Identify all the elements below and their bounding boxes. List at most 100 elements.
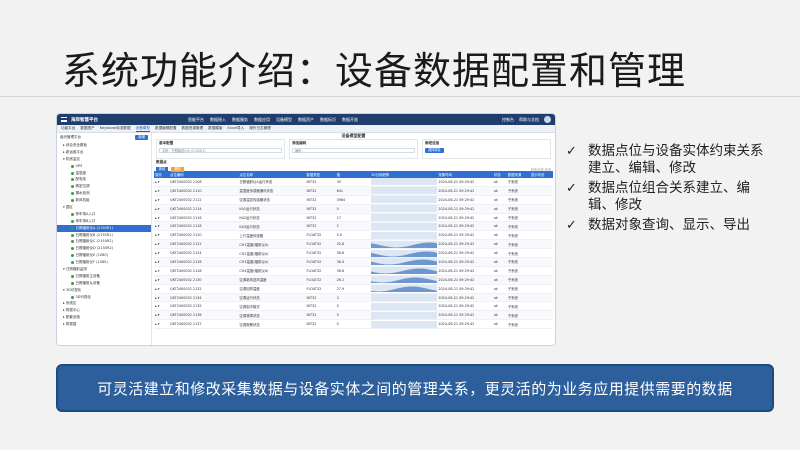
tree-item[interactable]: ▸ 综合安全看板 — [57, 142, 151, 149]
table-row[interactable]: ▴ ▾ QKT2400032 2128 CH4温度(辐射仪A) FLOAT32 36.8… — [154, 266, 553, 276]
tab-item[interactable]: 数据模版 — [208, 126, 222, 131]
status-dot-icon — [71, 164, 74, 168]
table-cell: 0 — [335, 310, 371, 321]
table-cell[interactable]: ▴ ▾ — [154, 186, 170, 196]
table-cell: ok — [492, 230, 507, 241]
table-row[interactable]: ▴ ▾ QKT2400032 2120 上行温度传感器 FLOAT32 0.0 2024-… — [154, 230, 553, 241]
tree-item[interactable]: ▾ 机房监控 — [57, 156, 151, 163]
tree-item[interactable]: ▾ 3D可视化 — [57, 287, 151, 294]
tree-item[interactable]: 日照辐射仪D (2150R2) — [57, 245, 151, 252]
table-cell: 2024-08-21 09:29:42 — [437, 230, 493, 241]
nav-item[interactable]: 数据开放 — [342, 117, 358, 123]
tree-item[interactable]: ▾ 园区 — [57, 204, 151, 211]
trend-cell — [370, 266, 438, 276]
table-cell[interactable]: ▴ ▾ — [154, 275, 170, 285]
table-cell — [529, 239, 553, 250]
avatar[interactable] — [544, 116, 551, 123]
table-cell[interactable]: ▴ ▾ — [154, 204, 170, 214]
tree-item[interactable]: 日照辐射仪E (1080) — [57, 252, 151, 259]
tree-item[interactable]: ▸ 附属中心 — [57, 307, 151, 314]
nav-item[interactable]: 数据标识 — [320, 117, 336, 123]
table-cell[interactable]: ▴ ▾ — [154, 177, 170, 187]
tree-item[interactable]: 日照辐射仪F (1080) — [57, 259, 151, 266]
table-row[interactable]: ▴ ▾ QKT2400032 2137 空调报警状态 INT32 0 2024-08-21… — [154, 319, 553, 330]
table-row[interactable]: ▴ ▾ QKT2400032 2110 温湿度传感器通讯状态 INT32 641 2024… — [154, 186, 553, 196]
table-cell[interactable]: ▴ ▾ — [154, 195, 170, 205]
tree-item-label: ▸ 附属楼 — [63, 322, 77, 327]
tree-item[interactable]: 温湿度 — [57, 170, 151, 177]
tree-item[interactable]: 日照辐射从设备 — [57, 280, 151, 287]
tab-item[interactable]: Keystone标准数据 — [100, 126, 131, 131]
tab-item[interactable]: 设备模型 — [135, 126, 150, 132]
tree-item[interactable]: 精密空调 — [57, 183, 151, 190]
table-row[interactable]: ▴ ▾ QKT2400032 2114 KA1运行状态 INT32 0 2024-08-2… — [154, 204, 553, 214]
table-cell[interactable]: ▴ ▾ — [154, 284, 170, 294]
nav-item[interactable]: 数据应用 — [254, 117, 270, 123]
name-field[interactable]: 名称：日照辐射仪A (2150R1) — [159, 148, 282, 153]
help-link[interactable]: 帮助与文档 — [519, 117, 539, 123]
status-dot-icon — [71, 274, 74, 278]
table-cell[interactable]: ▴ ▾ — [154, 248, 170, 259]
tab-item[interactable]: 数据资源管理 — [182, 126, 204, 131]
table-row[interactable]: ▴ ▾ QKT2400032 2130 空调新风送风温度 FLOAT32 26.1 202… — [154, 275, 553, 285]
table-row[interactable]: ▴ ▾ QKT2400032 2122 CH1温度(辐射仪A) FLOAT32 32.8… — [154, 239, 553, 250]
tree-item[interactable]: ▸ 配套设施 — [57, 314, 151, 321]
table-row[interactable]: ▴ ▾ QKT2400032 2112 空调温控传感器状态 INT32 3984 2024… — [154, 195, 553, 205]
table-cell[interactable]: ▴ ▾ — [154, 257, 170, 267]
code-field[interactable]: 编码： — [292, 148, 415, 153]
bind-device-button[interactable]: 选择绑定 — [425, 148, 444, 153]
menu-icon[interactable] — [61, 117, 67, 122]
table-row[interactable]: ▴ ▾ QKT2400032 2108 日照辐射仪A运行状态 INT32 30 2024-… — [154, 177, 553, 187]
nav-item[interactable]: 数据服务 — [232, 117, 248, 123]
tree-item[interactable]: 新风机组 — [57, 197, 151, 204]
table-cell[interactable]: ▴ ▾ — [154, 301, 170, 312]
tree-item[interactable]: UPS — [57, 163, 151, 170]
tree-item[interactable]: ▾ 日照辐射监测 — [57, 266, 151, 273]
tab-item[interactable]: 数据编辑配置 — [155, 126, 177, 131]
table-row[interactable]: ▴ ▾ QKT2400032 2136 空调故障状态 INT32 0 2024-08-21… — [154, 310, 553, 321]
tab-item[interactable]: 功能平台 — [61, 126, 75, 131]
table-row[interactable]: ▴ ▾ QKT2400032 2126 CH3温度(辐射仪A) FLOAT32 36.4… — [154, 257, 553, 267]
tree-item[interactable]: 日照辐射主设备 — [57, 273, 151, 280]
table-cell[interactable]: ▴ ▾ — [154, 213, 170, 223]
table-cell[interactable]: ▴ ▾ — [154, 310, 170, 321]
table-row[interactable]: ▴ ▾ QKT2400032 2118 KA3运行状态 INT32 2 2024-08-2… — [154, 221, 553, 232]
tree-item[interactable]: 停车场B入口 — [57, 218, 151, 225]
tree-item[interactable]: 配电柜 — [57, 176, 151, 183]
tree-item[interactable]: ▸ 附属楼 — [57, 321, 151, 328]
table-row[interactable]: ▴ ▾ QKT2400032 2135 空调制冷模式 INT32 0 2024-08-21… — [154, 301, 553, 312]
tree-item[interactable]: 漏水检测 — [57, 190, 151, 197]
table-cell[interactable]: ▴ ▾ — [154, 266, 170, 276]
tree-item[interactable]: 3D可视化 — [57, 294, 151, 301]
table-cell[interactable]: ▴ ▾ — [154, 239, 170, 250]
nav-item[interactable]: 设备模型 — [276, 117, 292, 123]
table-cell[interactable]: ▴ ▾ — [154, 319, 170, 330]
status-dot-icon — [71, 247, 74, 251]
table-cell[interactable]: ▴ ▾ — [154, 293, 170, 303]
tree-item[interactable]: ▸ 新运维平台 — [57, 149, 151, 156]
sidebar-add-button[interactable]: 新增 — [135, 135, 148, 140]
check-icon: ✓ — [566, 181, 577, 196]
data-points-title: 数据点 — [156, 160, 167, 164]
basic-config-panel: 基本配置 名称：日照辐射仪A (2150R1) — [156, 139, 285, 159]
table-row[interactable]: ▴ ▾ QKT2400032 2124 CH2温度(辐射仪A) FLOAT32 36.8… — [154, 248, 553, 259]
tab-item[interactable]: 操作日志管理 — [249, 126, 271, 131]
tree-item[interactable]: 日照辐射仪B (2150R1) — [57, 232, 151, 239]
table-cell: 0 — [335, 204, 371, 214]
table-row[interactable]: ▴ ▾ QKT2400032 2134 空调运行状态 INT32 3 2024-08-21… — [154, 293, 553, 303]
nav-item[interactable]: 数据接入 — [210, 117, 226, 123]
table-cell[interactable]: ▴ ▾ — [154, 230, 170, 241]
nav-item[interactable]: 智能平台 — [188, 117, 204, 123]
table-cell: ok — [492, 319, 507, 330]
table-row[interactable]: ▴ ▾ QKT2400032 2132 空调回风温度 FLOAT32 27.9 2024-… — [154, 284, 553, 294]
tab-item[interactable]: Excel导入 — [227, 126, 244, 131]
tree-item[interactable]: 日照辐射仪C (2150R2) — [57, 238, 151, 245]
table-cell[interactable]: ▴ ▾ — [154, 221, 170, 232]
table-row[interactable]: ▴ ▾ QKT2400032 2116 KA2运行状态 INT32 17 2024-08-… — [154, 213, 553, 223]
tab-item[interactable]: 数据资产 — [80, 126, 94, 131]
nav-item[interactable]: 数据资产 — [298, 117, 314, 123]
tree-item[interactable]: 日照辐射仪A (2150R1) — [57, 224, 151, 232]
tree-item[interactable]: 停车场A入口 — [57, 211, 151, 218]
tree-item[interactable]: ▸ 系统区 — [57, 300, 151, 307]
console-link[interactable]: 控制台 — [502, 117, 514, 123]
